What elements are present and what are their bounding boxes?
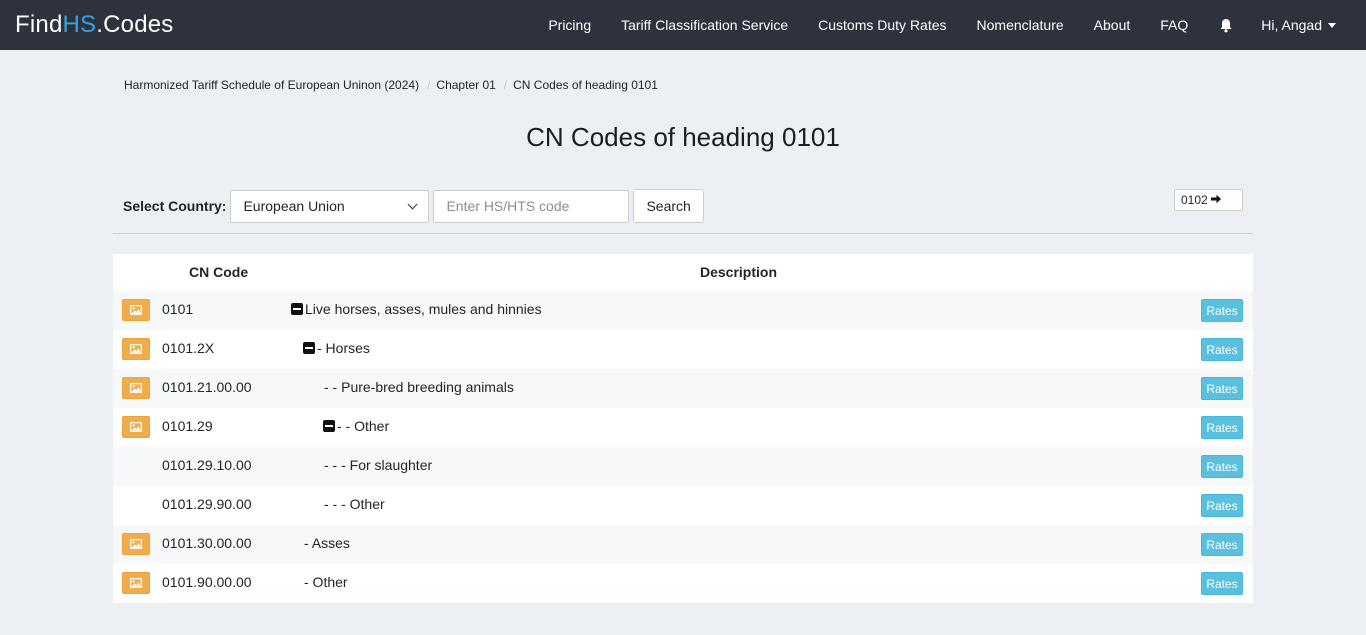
- brand-text-find: Find: [15, 11, 63, 38]
- cn-codes-table: CN Code Description 0101 Live horses, ass…: [113, 254, 1253, 603]
- description-text: - Asses: [304, 535, 350, 551]
- rates-button[interactable]: Rates: [1201, 416, 1243, 439]
- cn-code[interactable]: 0101.29: [162, 418, 213, 434]
- table-row: 0101.29.90.00 - - - Other Rates: [113, 486, 1253, 525]
- page-title: CN Codes of heading 0101: [526, 122, 840, 152]
- description-text: - Other: [304, 574, 348, 590]
- rates-button[interactable]: Rates: [1201, 572, 1243, 595]
- image-icon[interactable]: [122, 416, 150, 438]
- rates-button[interactable]: Rates: [1201, 338, 1243, 361]
- brand-text-codes: .Codes: [96, 11, 174, 38]
- description-cell: - - - Other: [324, 496, 385, 512]
- breadcrumb-current: CN Codes of heading 0101: [513, 78, 658, 92]
- next-heading-code: 0102: [1181, 193, 1208, 207]
- breadcrumb-chapter[interactable]: Chapter 01: [436, 78, 495, 92]
- table-row: 0101.29 - - Other Rates: [113, 408, 1253, 447]
- divider: [113, 233, 1253, 234]
- description-text: - - - For slaughter: [324, 457, 433, 473]
- nav-faq[interactable]: FAQ: [1145, 17, 1203, 33]
- arrow-right-icon: [1210, 193, 1222, 207]
- description-cell: - - Pure-bred breeding animals: [324, 379, 514, 395]
- nav-pricing[interactable]: Pricing: [533, 17, 606, 33]
- rates-button[interactable]: Rates: [1201, 494, 1243, 517]
- description-text: - - Pure-bred breeding animals: [324, 379, 514, 395]
- description-text: - - Other: [337, 418, 390, 434]
- table-row: 0101.2X - Horses Rates: [113, 330, 1253, 369]
- description-cell: - - Other: [323, 418, 389, 434]
- description-text: - - - Other: [324, 496, 385, 512]
- country-label: Select Country:: [123, 198, 227, 214]
- cn-code[interactable]: 0101.30.00.00: [162, 535, 252, 551]
- header-description: Description: [700, 264, 778, 280]
- top-navbar: Find HS .Codes Pricing Tariff Classificati…: [0, 0, 1366, 50]
- image-icon[interactable]: [122, 338, 150, 360]
- cn-code[interactable]: 0101.29.10.00: [162, 457, 252, 473]
- collapse-icon[interactable]: [303, 342, 315, 354]
- user-menu[interactable]: Hi, Angad: [1249, 17, 1351, 33]
- table-row: 0101.30.00.00 - Asses Rates: [113, 525, 1253, 564]
- search-button[interactable]: Search: [633, 189, 704, 223]
- table-row: 0101.21.00.00 - - Pure-bred breeding anim…: [113, 369, 1253, 408]
- rates-button[interactable]: Rates: [1201, 299, 1243, 322]
- rates-button[interactable]: Rates: [1201, 455, 1243, 478]
- breadcrumb-tariff-schedule[interactable]: Harmonized Tariff Schedule of European U…: [124, 78, 419, 92]
- table-body: 0101 Live horses, asses, mules and hinnie…: [113, 291, 1253, 603]
- image-icon[interactable]: [122, 377, 150, 399]
- description-cell: - Asses: [304, 535, 350, 551]
- header-cn-code: CN Code: [189, 264, 249, 280]
- description-text: - Horses: [317, 340, 370, 356]
- description-cell: - - - For slaughter: [324, 457, 432, 473]
- image-icon[interactable]: [122, 533, 150, 555]
- caret-down-icon: [1328, 22, 1336, 28]
- rates-button[interactable]: Rates: [1201, 377, 1243, 400]
- table-header: CN Code Description: [113, 254, 1253, 291]
- collapse-icon[interactable]: [291, 303, 303, 315]
- nav-customs-duty-rates[interactable]: Customs Duty Rates: [803, 17, 961, 33]
- next-heading-button[interactable]: 0102: [1174, 189, 1243, 211]
- collapse-icon[interactable]: [323, 420, 335, 432]
- nav-about[interactable]: About: [1079, 17, 1146, 33]
- description-cell: Live horses, asses, mules and hinnies: [291, 301, 542, 317]
- cn-code[interactable]: 0101.29.90.00: [162, 496, 252, 512]
- cn-code[interactable]: 0101.21.00.00: [162, 379, 252, 395]
- breadcrumb-separator: /: [503, 78, 508, 92]
- chevron-down-icon: [408, 199, 418, 210]
- image-icon[interactable]: [122, 299, 150, 321]
- brand-logo[interactable]: Find HS .Codes: [15, 11, 174, 39]
- country-select-value: European Union: [243, 198, 345, 214]
- description-text: Live horses, asses, mules and hinnies: [305, 301, 542, 317]
- table-row: 0101 Live horses, asses, mules and hinnie…: [113, 291, 1253, 330]
- hs-code-input[interactable]: Enter HS/HTS code: [433, 189, 630, 223]
- description-cell: - Other: [304, 574, 348, 590]
- nav-tariff-classification-service[interactable]: Tariff Classification Service: [606, 17, 803, 33]
- image-icon[interactable]: [122, 572, 150, 594]
- cn-code[interactable]: 0101: [162, 301, 193, 317]
- description-cell: - Horses: [303, 340, 370, 356]
- table-row: 0101.90.00.00 - Other Rates: [113, 564, 1253, 603]
- user-greeting: Hi, Angad: [1261, 17, 1322, 33]
- breadcrumb: Harmonized Tariff Schedule of European U…: [124, 78, 658, 92]
- brand-text-hs: HS: [62, 11, 97, 38]
- nav-nomenclature[interactable]: Nomenclature: [962, 17, 1079, 33]
- breadcrumb-separator: /: [427, 78, 431, 92]
- cn-code[interactable]: 0101.2X: [162, 340, 214, 356]
- table-row: 0101.29.10.00 - - - For slaughter Rates: [113, 447, 1253, 486]
- country-select[interactable]: European Union: [230, 189, 430, 223]
- bell-icon[interactable]: [1203, 18, 1249, 33]
- cn-code[interactable]: 0101.90.00.00: [162, 574, 252, 590]
- rates-button[interactable]: Rates: [1201, 533, 1243, 556]
- search-form: Select Country: European Union Enter HS/…: [123, 189, 704, 223]
- nav-links: Pricing Tariff Classification Service Cu…: [533, 0, 1351, 50]
